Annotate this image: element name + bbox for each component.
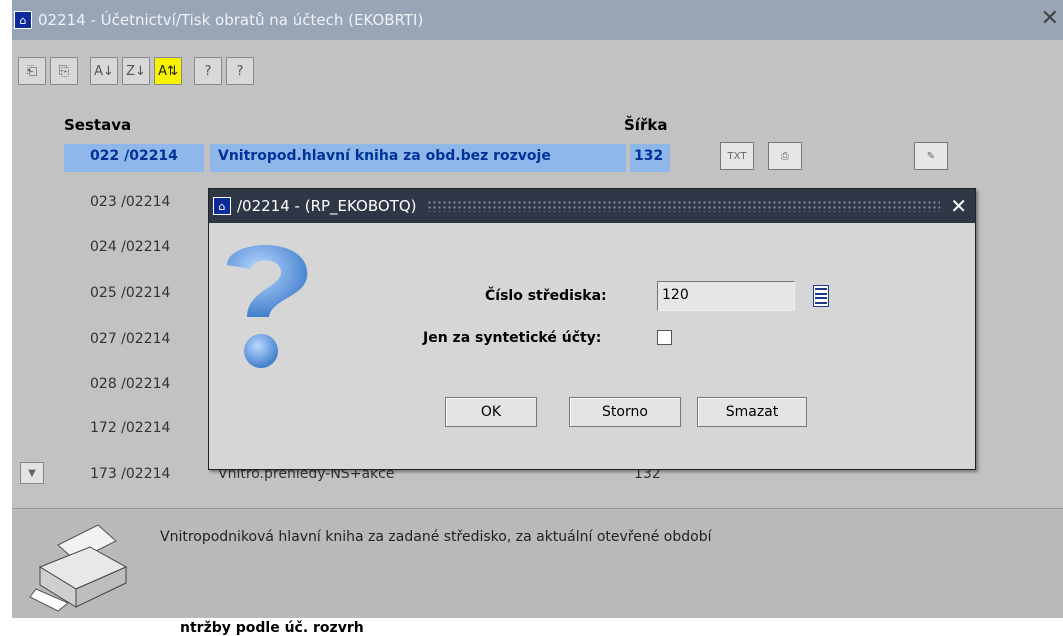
row-code: 172 /02214 bbox=[90, 420, 171, 436]
smazat-button[interactable]: Smazat bbox=[697, 397, 807, 427]
row-code: 023 /02214 bbox=[90, 194, 171, 210]
report-description: Vnitropodniková hlavní kniha za zadané s… bbox=[160, 529, 712, 545]
row-code: 028 /02214 bbox=[90, 376, 171, 392]
doc-next-icon[interactable]: ⎘ bbox=[50, 57, 78, 85]
scroll-down-icon[interactable]: ▼ bbox=[20, 462, 44, 484]
center-number-label: Číslo střediska: bbox=[485, 288, 607, 304]
ok-button[interactable]: OK bbox=[445, 397, 537, 427]
synthetic-accounts-checkbox[interactable] bbox=[657, 330, 672, 345]
center-number-input[interactable]: 120 bbox=[657, 281, 795, 311]
doc-prev-icon[interactable]: ⎗ bbox=[18, 57, 46, 85]
printer-icon bbox=[29, 524, 128, 612]
row-code: 027 /02214 bbox=[90, 331, 171, 347]
row-width: 132 bbox=[634, 148, 664, 164]
toolbar: ⎗ ⎘ A↓ Z↓ A⇅ ? ? bbox=[12, 40, 1063, 102]
storno-button[interactable]: Storno bbox=[569, 397, 681, 427]
question-icon bbox=[227, 245, 308, 368]
dialog-title-bar: ⌂ /02214 - (RP_EKOBOTQ) ✕ bbox=[209, 189, 975, 223]
print-icon[interactable]: ⎙ bbox=[768, 142, 802, 170]
row-code: 024 /02214 bbox=[90, 239, 171, 255]
app-icon: ⌂ bbox=[14, 11, 32, 29]
column-header-sestava: Sestava bbox=[64, 116, 132, 134]
sort-asc-icon[interactable]: A↓ bbox=[90, 57, 118, 85]
left-edge bbox=[0, 0, 12, 636]
table-row[interactable]: 022 /02214 Vnitropod.hlavní kniha za obd… bbox=[12, 142, 1063, 172]
dialog-app-icon: ⌂ bbox=[213, 197, 231, 215]
synthetic-accounts-label: Jen za syntetické účty: bbox=[423, 330, 602, 346]
dialog-title: /02214 - (RP_EKOBOTQ) bbox=[237, 197, 417, 215]
row-name: Vnitropod.hlavní kniha za obd.bez rozvoj… bbox=[218, 148, 551, 164]
row-code: 022 /02214 bbox=[90, 148, 178, 164]
column-header-sirka: Šířka bbox=[624, 116, 668, 134]
dialog-close-icon[interactable]: ✕ bbox=[950, 194, 967, 218]
edit-icon[interactable]: ✎ bbox=[914, 142, 948, 170]
window-title-bar: ⌂ 02214 - Účetnictví/Tisk obratů na účte… bbox=[12, 0, 1063, 40]
sort-toggle-icon[interactable]: A⇅ bbox=[154, 57, 182, 85]
window-close-icon[interactable]: ✕ bbox=[1041, 6, 1059, 31]
list-of-values-icon[interactable] bbox=[813, 285, 829, 307]
window-title: 02214 - Účetnictví/Tisk obratů na účtech… bbox=[38, 11, 424, 29]
row-code: 173 /02214 bbox=[90, 466, 171, 482]
help-icon[interactable]: ? bbox=[194, 57, 222, 85]
bottom-partial-text: ntržby podle úč. rozvrh bbox=[180, 620, 364, 636]
parameter-dialog: ⌂ /02214 - (RP_EKOBOTQ) ✕ Číslo středisk… bbox=[208, 188, 976, 470]
sort-desc-icon[interactable]: Z↓ bbox=[122, 57, 150, 85]
row-code: 025 /02214 bbox=[90, 285, 171, 301]
description-area: Vnitropodniková hlavní kniha za zadané s… bbox=[12, 508, 1063, 618]
bottom-strip: ntržby podle úč. rozvrh bbox=[0, 618, 1063, 636]
context-help-icon[interactable]: ? bbox=[226, 57, 254, 85]
txt-export-icon[interactable]: TXT bbox=[720, 142, 754, 170]
